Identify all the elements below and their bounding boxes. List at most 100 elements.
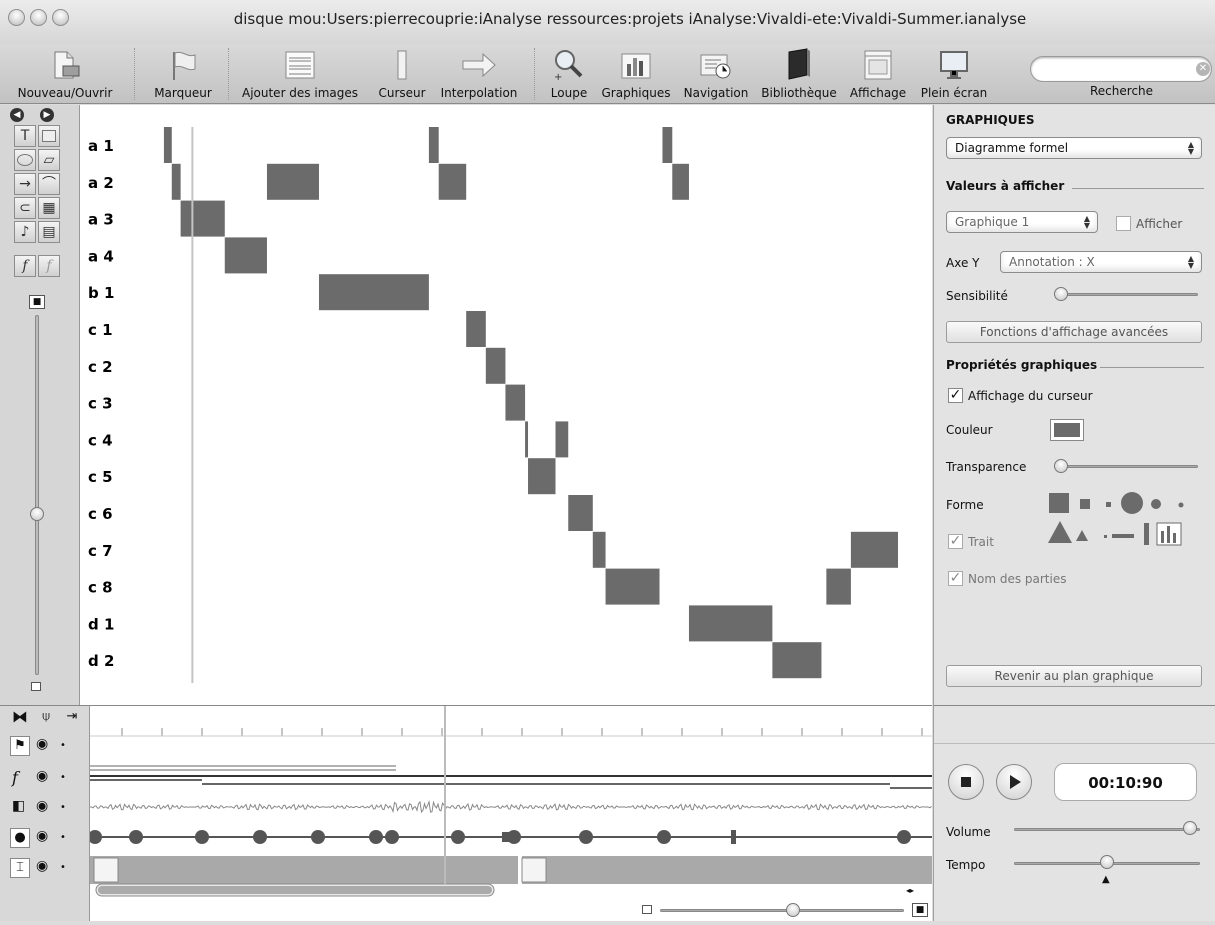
vertical-zoom-knob[interactable]	[30, 507, 44, 521]
minimize-window-button[interactable]	[30, 9, 47, 26]
timeline[interactable]: ◂▸ ■	[88, 705, 932, 921]
segment-a-2[interactable]	[438, 163, 467, 200]
timeline-zoom-knob[interactable]	[786, 903, 800, 917]
segment-c-3[interactable]	[505, 384, 526, 421]
segment-c-7[interactable]	[850, 531, 898, 568]
timeline-point[interactable]	[195, 830, 209, 844]
zoom-large-icon[interactable]: ■	[912, 903, 928, 917]
sensitivity-knob[interactable]	[1054, 287, 1068, 301]
segment-b-1[interactable]	[318, 274, 429, 311]
segment-a-2[interactable]	[171, 163, 181, 200]
polygon-tool-icon[interactable]: ▱	[38, 149, 60, 171]
segment-c-1[interactable]	[466, 311, 486, 347]
shape-picker[interactable]	[1046, 491, 1196, 549]
next-icon[interactable]: ▶	[40, 108, 54, 122]
timeline-point[interactable]	[253, 830, 267, 844]
function-alt-tool-icon[interactable]: f	[38, 255, 60, 277]
interpolation-button[interactable]: Interpolation	[436, 44, 522, 104]
segment-c-7[interactable]	[592, 531, 606, 568]
segment-c-4[interactable]	[525, 421, 529, 458]
anchor-icon[interactable]: ⍦	[36, 708, 56, 728]
charts-button[interactable]: Graphiques	[598, 44, 674, 104]
image-tool-icon[interactable]: ▦	[38, 197, 60, 219]
eye-icon[interactable]: ◉	[36, 798, 48, 814]
zoom-window-button[interactable]	[52, 9, 69, 26]
transparency-knob[interactable]	[1054, 459, 1068, 473]
timeline-point[interactable]	[451, 830, 465, 844]
add-images-button[interactable]: Ajouter des images	[236, 44, 364, 104]
color-well[interactable]	[1050, 419, 1084, 441]
cursor-display-checkbox[interactable]: ✓	[948, 388, 963, 403]
timeline-point[interactable]	[385, 830, 399, 844]
function-track-icon[interactable]: f	[12, 768, 18, 787]
segment-a-4[interactable]	[224, 237, 267, 274]
point-track-icon[interactable]: ●	[10, 828, 30, 848]
segment-a-3[interactable]	[180, 200, 225, 237]
volume-slider[interactable]	[1014, 828, 1200, 831]
timeline-marker[interactable]	[731, 830, 736, 844]
timeline-point[interactable]	[88, 830, 102, 844]
part-names-checkbox[interactable]: ✓	[948, 571, 963, 586]
fit-icon[interactable]: ⧓	[10, 708, 30, 728]
transparency-slider[interactable]	[1054, 465, 1198, 468]
show-checkbox[interactable]	[1116, 216, 1131, 231]
ellipse-tool-icon[interactable]	[14, 149, 36, 171]
rectangle-tool-icon[interactable]	[38, 125, 60, 147]
fullscreen-button[interactable]: Plein écran	[914, 44, 994, 104]
segment-c-2[interactable]	[485, 347, 506, 384]
segment-c-4[interactable]	[555, 421, 569, 458]
flag-track-icon[interactable]: ⚑	[10, 736, 30, 756]
timeline-zoom-slider[interactable]	[660, 909, 904, 912]
display-button[interactable]: Affichage	[846, 44, 910, 104]
eye-icon[interactable]: ◉	[36, 858, 48, 874]
shapes-track-icon[interactable]: ◧	[12, 798, 25, 814]
timeline-point[interactable]	[369, 830, 383, 844]
segment-a-1[interactable]	[163, 127, 172, 163]
segment-a-2[interactable]	[266, 163, 319, 200]
previous-icon[interactable]: ◀	[10, 108, 24, 122]
segment-a-1[interactable]	[662, 127, 673, 163]
play-button[interactable]	[996, 764, 1032, 800]
navigation-button[interactable]: Navigation	[680, 44, 752, 104]
timeline-point[interactable]	[311, 830, 325, 844]
close-window-button[interactable]	[8, 9, 25, 26]
search-input[interactable]	[1030, 56, 1212, 82]
timeline-marker[interactable]	[502, 832, 510, 842]
eye-icon[interactable]: ◉	[36, 736, 48, 752]
library-button[interactable]: Bibliothèque	[756, 44, 842, 104]
text-tool-icon[interactable]: T	[14, 125, 36, 147]
segment-a-1[interactable]	[428, 127, 439, 163]
film-tool-icon[interactable]: ▤	[38, 221, 60, 243]
eye-icon[interactable]: ◉	[36, 828, 48, 844]
cursor-button[interactable]: Curseur	[372, 44, 432, 104]
scroll-arrows-icon[interactable]: ◂▸	[906, 886, 914, 895]
back-to-graphic-plan-button[interactable]: Revenir au plan graphique	[946, 665, 1202, 687]
lasso-tool-icon[interactable]: ⊂	[14, 197, 36, 219]
sensitivity-slider[interactable]	[1054, 293, 1198, 296]
timeline-point[interactable]	[129, 830, 143, 844]
text-cursor-track-icon[interactable]: ⌶	[10, 858, 30, 878]
timeline-point[interactable]	[657, 830, 671, 844]
clear-search-icon[interactable]: ✕	[1196, 62, 1210, 76]
curve-tool-icon[interactable]: ⌒	[38, 173, 60, 195]
timeline-point[interactable]	[897, 830, 911, 844]
segment-c-8[interactable]	[605, 568, 660, 605]
tempo-knob[interactable]	[1100, 855, 1114, 869]
note-tool-icon[interactable]: ♪	[14, 221, 36, 243]
function-tool-icon[interactable]: f	[14, 255, 36, 277]
segment-a-2[interactable]	[672, 163, 689, 200]
advanced-functions-button[interactable]: Fonctions d'affichage avancées	[946, 321, 1202, 343]
segment-d-2[interactable]	[772, 642, 822, 679]
marker-button[interactable]: Marqueur	[146, 44, 220, 104]
trait-checkbox[interactable]: ✓	[948, 534, 963, 549]
volume-knob[interactable]	[1183, 821, 1197, 835]
zoom-large-icon[interactable]: ■	[29, 295, 45, 309]
new-open-button[interactable]: Nouveau/Ouvrir	[6, 44, 124, 104]
axis-y-select[interactable]: Annotation : X ▲ ▼	[1000, 251, 1202, 273]
segment-c-8[interactable]	[826, 568, 851, 605]
zoom-small-icon[interactable]	[31, 682, 41, 691]
zoom-small-icon[interactable]	[642, 905, 652, 914]
graph-select[interactable]: Graphique 1 ▲ ▼	[946, 211, 1098, 233]
chart-type-select[interactable]: Diagramme formel ▲ ▼	[946, 137, 1202, 159]
magnifier-button[interactable]: + Loupe	[544, 44, 594, 104]
